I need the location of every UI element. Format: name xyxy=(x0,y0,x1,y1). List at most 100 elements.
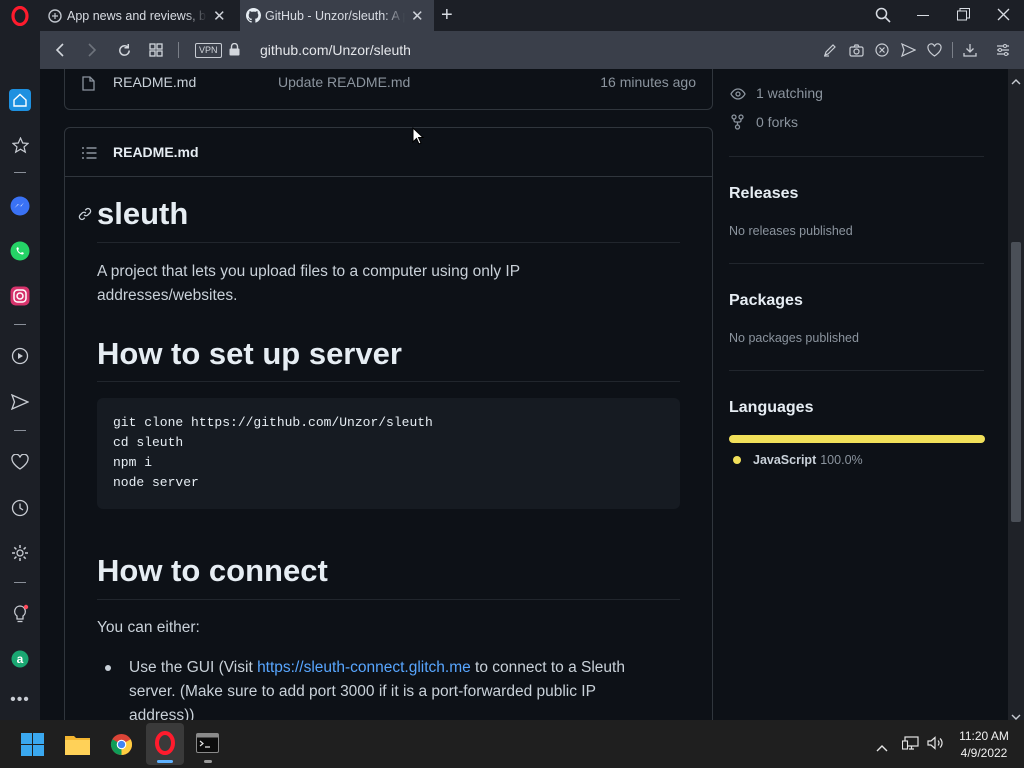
divider xyxy=(97,599,680,600)
download-icon[interactable] xyxy=(960,31,980,69)
network-icon[interactable] xyxy=(901,736,919,755)
speed-dial-star-icon[interactable] xyxy=(0,132,40,158)
instagram-icon[interactable] xyxy=(0,283,40,309)
close-icon[interactable]: ✕ xyxy=(213,7,226,25)
back-icon[interactable] xyxy=(50,31,70,69)
address-bar: VPN github.com/Unzor/sleuth xyxy=(40,31,1024,69)
terminal-icon[interactable] xyxy=(196,733,219,758)
minimize-icon[interactable] xyxy=(917,15,929,16)
language-bar xyxy=(729,435,985,443)
language-name: JavaScript xyxy=(753,453,817,467)
bullet-dot xyxy=(105,665,111,671)
code-line: node server xyxy=(113,475,199,490)
new-tab-plus-icon[interactable]: + xyxy=(441,4,453,27)
whatsapp-icon[interactable] xyxy=(0,238,40,264)
easy-setup-menu-icon[interactable] xyxy=(993,31,1013,69)
list-item: Use the GUI (Visit https://sleuth-connec… xyxy=(129,656,659,720)
divider xyxy=(729,156,984,157)
player-icon[interactable] xyxy=(0,343,40,369)
url-field[interactable]: github.com/Unzor/sleuth xyxy=(260,31,411,69)
tab-snapshot-grid-icon[interactable] xyxy=(146,31,166,69)
reload-icon[interactable] xyxy=(114,31,134,69)
messenger-icon[interactable] xyxy=(0,193,40,219)
active-indicator xyxy=(157,760,173,763)
news-icon xyxy=(48,8,62,23)
fork-icon xyxy=(731,114,744,135)
divider xyxy=(729,370,984,371)
list-outline-icon[interactable] xyxy=(82,146,97,164)
watchers-count: 1 watching xyxy=(756,85,823,101)
send-icon[interactable] xyxy=(898,31,918,69)
readme-title: sleuth xyxy=(97,196,189,231)
list-item-text: Use the GUI (Visit xyxy=(129,659,258,676)
chrome-icon[interactable] xyxy=(110,733,133,761)
lightbulb-icon[interactable] xyxy=(0,601,40,627)
heart-icon[interactable] xyxy=(0,449,40,475)
more-icon[interactable]: ••• xyxy=(0,687,40,713)
chevron-up-icon[interactable] xyxy=(876,739,888,757)
tab-title: GitHub - Unzor/sleuth: A project xyxy=(265,8,405,23)
file-list-row[interactable]: README.md Update README.md 16 minutes ag… xyxy=(64,69,713,110)
heart-icon[interactable] xyxy=(924,31,944,69)
divider xyxy=(97,381,680,382)
releases-heading[interactable]: Releases xyxy=(729,185,798,203)
code-line: cd sleuth xyxy=(113,435,184,450)
language-item[interactable]: JavaScript 100.0% xyxy=(733,453,863,467)
anchor-link-icon[interactable] xyxy=(78,207,92,226)
packages-heading[interactable]: Packages xyxy=(729,292,803,310)
search-tabs-icon[interactable] xyxy=(875,7,891,28)
code-line: npm i xyxy=(113,455,153,470)
scrollbar-thumb[interactable] xyxy=(1011,242,1021,522)
history-clock-icon[interactable] xyxy=(0,495,40,521)
language-color-dot xyxy=(733,456,741,464)
eye-icon xyxy=(730,87,746,105)
adblock-icon[interactable] xyxy=(872,31,892,69)
svg-text:a: a xyxy=(17,652,24,666)
clock-date[interactable]: 4/9/2022 xyxy=(952,746,1016,760)
forward-icon[interactable] xyxy=(82,31,102,69)
opera-sidebar: a ••• xyxy=(0,31,40,720)
divider xyxy=(952,42,953,58)
languages-heading: Languages xyxy=(729,399,814,416)
close-window-icon[interactable] xyxy=(997,8,1010,26)
camera-icon[interactable] xyxy=(846,31,866,69)
volume-icon[interactable] xyxy=(927,736,944,755)
restore-icon[interactable] xyxy=(957,8,970,26)
language-percent: 100.0% xyxy=(820,453,863,467)
commit-message-link[interactable]: Update README.md xyxy=(278,74,410,90)
github-icon xyxy=(246,8,261,23)
forks-link[interactable]: 0 forks xyxy=(756,114,798,130)
watchers-link[interactable]: 1 watching xyxy=(756,85,823,101)
tab-bar: App news and reviews, best ✕ GitHub - Un… xyxy=(0,0,1024,31)
windows-start-icon[interactable] xyxy=(21,733,44,761)
mouse-cursor-icon xyxy=(412,126,425,150)
close-icon[interactable]: ✕ xyxy=(411,7,424,25)
settings-gear-icon[interactable] xyxy=(0,540,40,566)
clock-time[interactable]: 11:20 AM xyxy=(952,729,1016,743)
aria-icon[interactable]: a xyxy=(0,646,40,672)
file-explorer-icon[interactable] xyxy=(65,733,90,760)
opera-taskbar-button[interactable] xyxy=(146,723,184,765)
forks-count: 0 forks xyxy=(756,114,799,130)
send-icon[interactable] xyxy=(0,389,40,415)
commit-time: 16 minutes ago xyxy=(600,74,696,90)
lock-icon[interactable] xyxy=(229,42,240,61)
glitch-link[interactable]: https://sleuth-connect.glitch.me xyxy=(257,659,471,676)
readme-header: README.md xyxy=(65,128,712,177)
divider xyxy=(14,582,26,583)
divider xyxy=(14,324,26,325)
edit-icon[interactable] xyxy=(820,31,840,69)
scroll-up-arrow-icon[interactable] xyxy=(1011,72,1021,90)
home-icon[interactable] xyxy=(0,87,40,113)
divider xyxy=(97,242,680,243)
tab-github[interactable]: GitHub - Unzor/sleuth: A project ✕ xyxy=(240,0,434,31)
page-content: README.md Update README.md 16 minutes ag… xyxy=(40,69,1008,720)
readme-header-title[interactable]: README.md xyxy=(113,144,199,160)
vpn-badge[interactable]: VPN xyxy=(195,43,222,58)
divider xyxy=(178,42,179,58)
opera-logo-icon[interactable] xyxy=(10,5,30,27)
packages-text: No packages published xyxy=(729,331,859,345)
tab-news[interactable]: App news and reviews, best ✕ xyxy=(40,0,238,31)
file-name-link[interactable]: README.md xyxy=(113,74,196,90)
setup-heading: How to set up server xyxy=(97,336,402,371)
